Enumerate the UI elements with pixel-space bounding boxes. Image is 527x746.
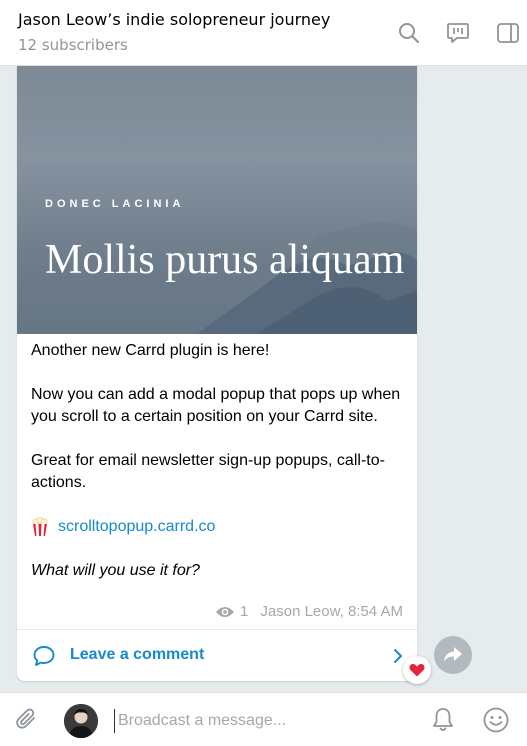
hero-kicker: DONEC LACINIA	[45, 198, 185, 210]
discussion-icon[interactable]	[445, 20, 471, 46]
reaction-badge[interactable]	[403, 656, 431, 684]
channel-post: DONEC LACINIA Mollis purus aliquam Anoth…	[17, 66, 417, 681]
sidebar-toggle-icon[interactable]	[495, 20, 521, 46]
leave-comment-button[interactable]: Leave a comment	[17, 630, 417, 681]
comment-bubble-icon	[33, 646, 55, 666]
search-icon[interactable]	[396, 20, 422, 46]
forward-button[interactable]	[434, 636, 472, 674]
composer-bar	[0, 692, 527, 746]
broadcast-input[interactable]	[114, 709, 420, 733]
paperclip-icon[interactable]	[14, 707, 40, 733]
chevron-right-icon	[394, 649, 402, 663]
leave-comment-label: Leave a comment	[70, 646, 205, 663]
share-arrow-icon	[444, 647, 462, 662]
popcorn-icon	[32, 517, 48, 536]
post-meta: 1 Jason Leow, 8:54 AM	[215, 603, 403, 620]
link-row: scrolltopopup.carrd.co	[31, 516, 403, 538]
post-paragraph: Another new Carrd plugin is here!	[31, 342, 270, 359]
post-text: Another new Carrd plugin is here! Now yo…	[31, 340, 403, 604]
post-question: What will you use it for?	[31, 562, 200, 579]
post-preview-image[interactable]: DONEC LACINIA Mollis purus aliquam	[17, 66, 417, 334]
author-time: Jason Leow, 8:54 AM	[260, 603, 403, 620]
bell-icon[interactable]	[430, 706, 456, 734]
eye-icon	[216, 606, 235, 617]
emoji-icon[interactable]	[482, 706, 510, 734]
hero-headline: Mollis purus aliquam	[45, 237, 405, 283]
subscriber-count: 12 subscribers	[18, 36, 128, 54]
avatar[interactable]	[64, 704, 98, 738]
view-count: 1	[240, 603, 249, 620]
post-link[interactable]: scrolltopopup.carrd.co	[58, 516, 215, 538]
post-paragraph: Great for email newsletter sign-up popup…	[31, 452, 385, 491]
channel-title[interactable]: Jason Leow’s indie solopreneur journey	[18, 10, 330, 29]
heart-icon	[409, 664, 425, 677]
chat-header: Jason Leow’s indie solopreneur journey 1…	[0, 0, 527, 66]
post-paragraph: Now you can add a modal popup that pops …	[31, 386, 401, 425]
